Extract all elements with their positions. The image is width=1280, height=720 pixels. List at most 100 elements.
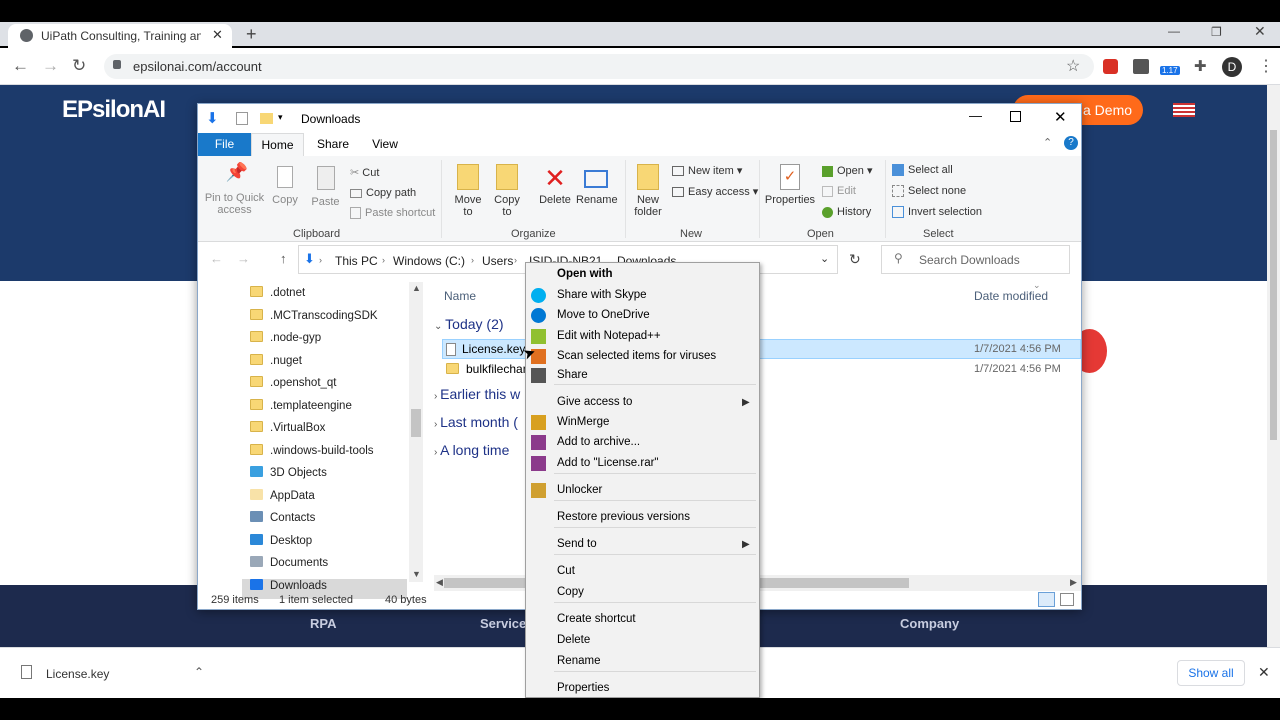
restore-icon[interactable]: ❐ — [1211, 25, 1222, 39]
breadcrumb-dropdown-icon[interactable]: ⌄ — [820, 252, 829, 265]
show-all-button[interactable]: Show all — [1177, 660, 1245, 686]
copy-to-button[interactable]: Copy to — [490, 164, 524, 218]
context-menu-item[interactable]: Edit with Notepad++ — [526, 327, 759, 346]
context-menu-item[interactable]: Scan selected items for viruses — [526, 347, 759, 366]
explorer-maximize-icon[interactable] — [1010, 111, 1021, 122]
tree-item[interactable]: Desktop — [250, 533, 312, 554]
select-none-button[interactable]: Select none — [892, 185, 966, 198]
minimize-icon[interactable]: — — [1168, 24, 1180, 38]
new-tab-icon[interactable]: + — [246, 24, 257, 45]
easy-access-button[interactable]: Easy access ▾ — [672, 185, 758, 198]
forward-icon[interactable]: → — [42, 56, 59, 76]
back-icon[interactable]: ← — [12, 56, 29, 76]
explorer-close-icon[interactable]: ✕ — [1054, 108, 1067, 126]
reload-icon[interactable]: ↻ — [72, 56, 86, 76]
extension-red-icon[interactable] — [1103, 59, 1118, 74]
context-menu-item[interactable]: Restore previous versions — [526, 508, 759, 527]
context-menu-item[interactable]: Copy — [526, 583, 759, 602]
ribbon-tab-file[interactable]: File — [198, 133, 251, 156]
footer-link-service[interactable]: Service — [480, 616, 526, 631]
group-today[interactable]: ⌄ Today (2) — [434, 316, 504, 332]
tree-item[interactable]: .templateengine — [250, 398, 352, 419]
properties-button[interactable]: ✓ Properties — [764, 164, 816, 206]
bookmark-star-icon[interactable]: ☆ — [1066, 56, 1080, 76]
ribbon-tab-share[interactable]: Share — [308, 133, 358, 156]
rename-button[interactable]: Rename — [576, 164, 618, 206]
file-row-bulkfilechanger[interactable]: bulkfilechan — [446, 362, 529, 376]
ribbon-tab-home[interactable]: Home — [251, 133, 304, 157]
context-menu-item[interactable]: Add to archive... — [526, 433, 759, 452]
profile-avatar[interactable]: D — [1222, 57, 1242, 77]
nav-back-icon[interactable]: ← — [210, 251, 223, 266]
address-bar[interactable]: epsilonai.com/account ☆ — [104, 54, 1094, 79]
properties-qat-icon[interactable] — [236, 112, 248, 125]
select-all-button[interactable]: Select all — [892, 164, 953, 177]
context-menu-item[interactable]: Add to "License.rar" — [526, 454, 759, 473]
footer-link-company[interactable]: Company — [900, 616, 959, 631]
delete-button[interactable]: ✕ Delete — [537, 164, 573, 206]
copy-path-button[interactable]: Copy path — [350, 187, 416, 199]
group-earlier-this-week[interactable]: › Earlier this w — [434, 386, 520, 402]
group-long-time-ago[interactable]: › A long time — [434, 442, 509, 458]
us-flag-icon[interactable] — [1173, 103, 1195, 117]
context-menu-item[interactable]: Move to OneDrive — [526, 306, 759, 325]
context-menu-item[interactable]: Cut — [526, 562, 759, 581]
qat-dropdown-icon[interactable]: ▾ — [278, 112, 283, 123]
tree-scrollbar[interactable]: ▲ ▼ — [409, 282, 423, 582]
copy-button[interactable]: Copy — [270, 166, 300, 206]
nav-up-icon[interactable]: ↑ — [280, 251, 287, 266]
download-filename[interactable]: License.key — [46, 667, 109, 681]
open-button[interactable]: Open ▾ — [822, 164, 873, 177]
ribbon-collapse-icon[interactable]: ⌃ — [1043, 136, 1052, 149]
context-menu-item[interactable]: Send to ▶ — [526, 535, 759, 554]
column-date-modified[interactable]: Date modified — [974, 289, 1048, 303]
footer-link-rpa[interactable]: RPA — [310, 616, 336, 631]
paste-shortcut-button[interactable]: Paste shortcut — [350, 207, 435, 220]
details-view-icon[interactable] — [1038, 592, 1055, 607]
context-menu-item[interactable]: Unlocker — [526, 481, 759, 500]
browser-tab[interactable]: UiPath Consulting, Training and I ✕ — [8, 24, 232, 48]
extensions-puzzle-icon[interactable]: ✚ — [1194, 57, 1207, 75]
context-menu-item[interactable]: WinMerge — [526, 413, 759, 432]
new-folder-button[interactable]: New folder — [630, 164, 666, 218]
tree-item[interactable]: Contacts — [250, 511, 315, 531]
new-item-button[interactable]: New item ▾ — [672, 164, 742, 177]
context-menu-item[interactable]: Open with — [526, 265, 759, 284]
cut-button[interactable]: ✂ Cut — [350, 166, 379, 179]
refresh-icon[interactable]: ↻ — [849, 251, 861, 268]
context-menu-item[interactable]: Give access to ▶ — [526, 393, 759, 412]
context-menu-item[interactable]: Share — [526, 366, 759, 385]
tab-close-icon[interactable]: ✕ — [212, 27, 223, 43]
window-close-icon[interactable]: ✕ — [1254, 23, 1266, 40]
page-scrollbar[interactable] — [1267, 85, 1280, 647]
pin-quick-access-button[interactable]: 📌 Pin to Quick access — [202, 163, 267, 216]
breadcrumb-item[interactable]: This PC — [335, 254, 378, 268]
column-name[interactable]: Name — [444, 289, 476, 303]
tree-item[interactable]: .MCTranscodingSDK — [250, 308, 378, 329]
chevron-up-icon[interactable]: ⌃ — [194, 665, 204, 679]
tree-item[interactable]: .nuget — [250, 353, 302, 374]
tree-item[interactable]: Documents — [250, 556, 328, 576]
context-menu-item[interactable]: Rename — [526, 652, 759, 671]
tree-item[interactable]: .VirtualBox — [250, 421, 325, 441]
help-icon[interactable]: ? — [1064, 136, 1078, 150]
file-row-license-key[interactable]: License.key — [446, 342, 525, 357]
breadcrumb-item[interactable]: Windows (C:) — [393, 254, 465, 268]
close-shelf-icon[interactable]: ✕ — [1258, 664, 1270, 681]
breadcrumb-item[interactable]: Users — [482, 254, 513, 268]
tree-item[interactable]: .windows-build-tools — [250, 443, 374, 464]
ribbon-tab-view[interactable]: View — [360, 133, 410, 156]
edit-button[interactable]: Edit — [822, 185, 856, 197]
folder-qat-icon[interactable] — [260, 113, 273, 124]
context-menu-item[interactable]: Share with Skype — [526, 286, 759, 305]
large-icons-view-icon[interactable] — [1060, 593, 1074, 606]
extension-news-icon[interactable] — [1133, 59, 1149, 74]
invert-selection-button[interactable]: Invert selection — [892, 206, 982, 219]
paste-button[interactable]: Paste — [308, 166, 343, 208]
site-logo[interactable]: EPsilonAI — [62, 96, 166, 124]
group-last-month[interactable]: › Last month ( — [434, 414, 518, 430]
tree-item[interactable]: .openshot_qt — [250, 376, 337, 396]
search-box[interactable]: ⚲ Search Downloads — [881, 245, 1070, 274]
context-menu-item[interactable]: Delete — [526, 631, 759, 650]
menu-kebab-icon[interactable]: ⋮ — [1258, 56, 1274, 76]
